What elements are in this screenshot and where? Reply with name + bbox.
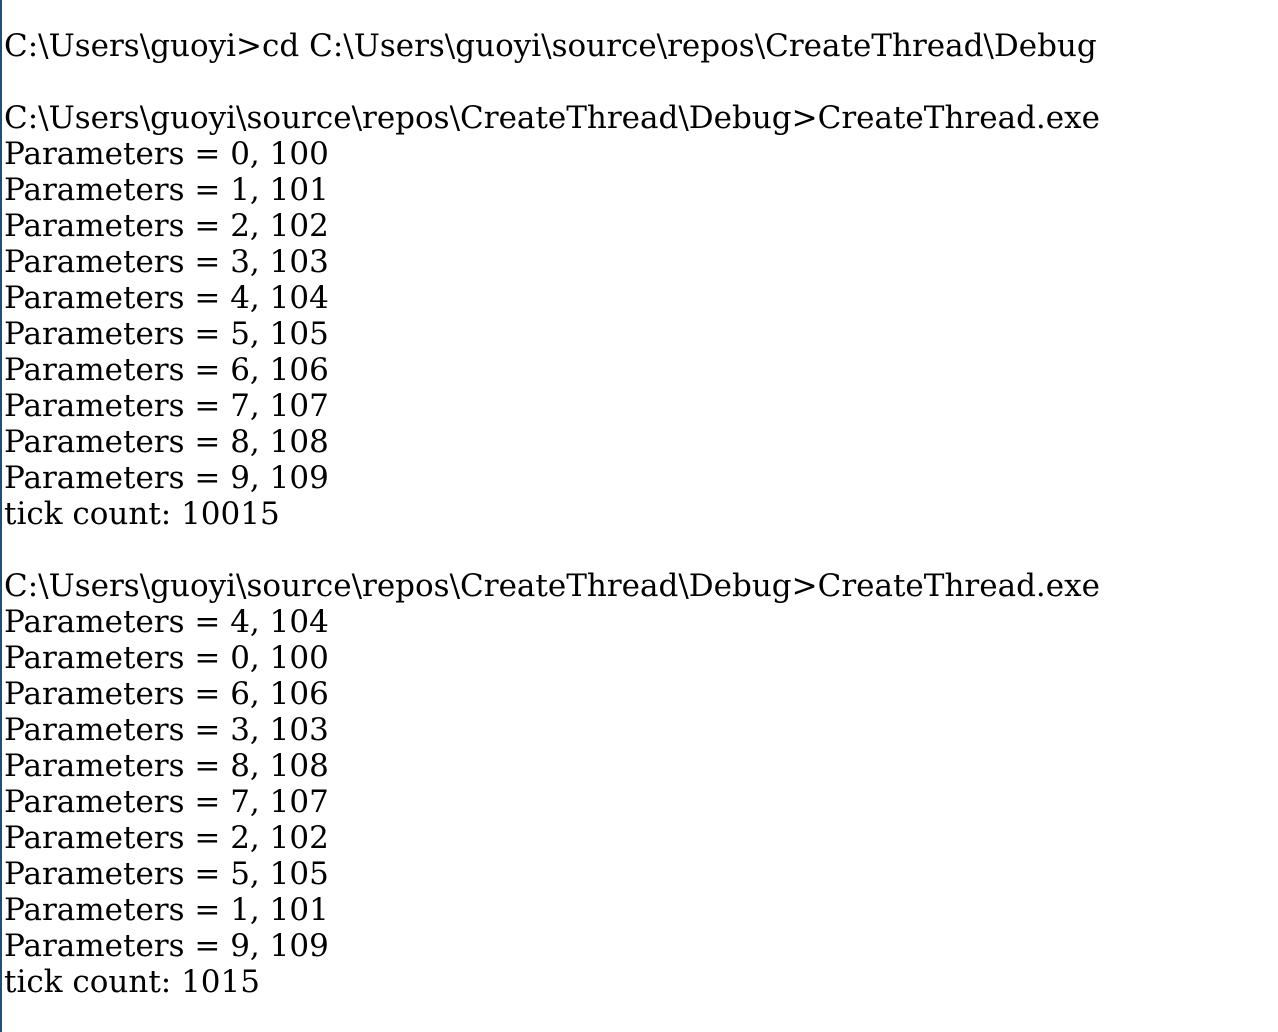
console-line: Parameters = 0, 100 — [4, 136, 329, 172]
window-left-border — [0, 0, 2, 1032]
console-line: Parameters = 6, 106 — [4, 352, 329, 388]
console-line: Parameters = 2, 102 — [4, 820, 329, 856]
console-line: Parameters = 6, 106 — [4, 676, 329, 712]
console-line: Parameters = 9, 109 — [4, 928, 329, 964]
console-line: Parameters = 4, 104 — [4, 604, 329, 640]
console-line: Parameters = 5, 105 — [4, 316, 329, 352]
console-line: Parameters = 1, 101 — [4, 892, 329, 928]
console-line: Parameters = 3, 103 — [4, 712, 329, 748]
console-line: Parameters = 9, 109 — [4, 460, 329, 496]
console-line: Parameters = 1, 101 — [4, 172, 329, 208]
console-line: Parameters = 8, 108 — [4, 748, 329, 784]
console-line: tick count: 1015 — [4, 964, 260, 1000]
console-line: Parameters = 7, 107 — [4, 784, 329, 820]
console-output[interactable]: C:\Users\guoyi>cd C:\Users\guoyi\source\… — [4, 28, 1274, 1000]
console-line: Parameters = 5, 105 — [4, 856, 329, 892]
console-line: Parameters = 7, 107 — [4, 388, 329, 424]
console-line: Parameters = 8, 108 — [4, 424, 329, 460]
console-line: C:\Users\guoyi\source\repos\CreateThread… — [4, 100, 1100, 136]
console-line: Parameters = 3, 103 — [4, 244, 329, 280]
console-line: C:\Users\guoyi>cd C:\Users\guoyi\source\… — [4, 28, 1097, 64]
console-line: Parameters = 2, 102 — [4, 208, 329, 244]
console-line: Parameters = 0, 100 — [4, 640, 329, 676]
console-line: Parameters = 4, 104 — [4, 280, 329, 316]
console-line: tick count: 10015 — [4, 496, 280, 532]
console-line: C:\Users\guoyi\source\repos\CreateThread… — [4, 568, 1100, 604]
